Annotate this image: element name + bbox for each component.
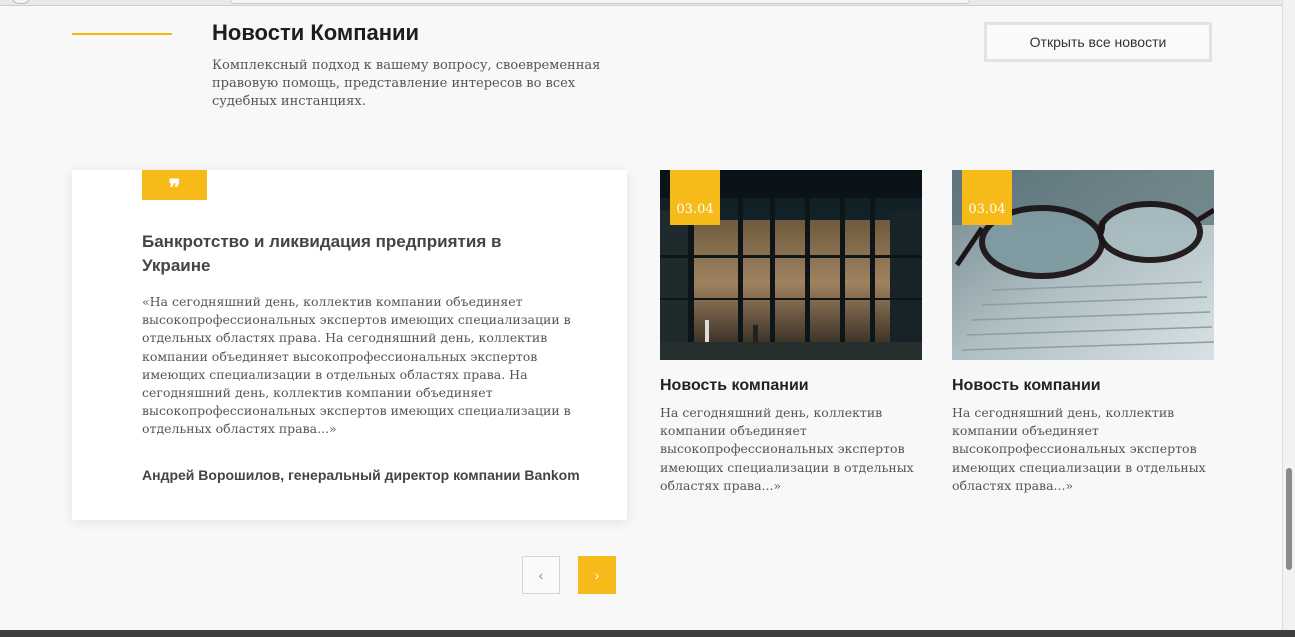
section-subtitle: Комплексный подход к вашему вопросу, сво… bbox=[212, 58, 601, 109]
featured-text: «На сегодняшний день, коллектив компании… bbox=[142, 294, 571, 437]
scrollbar-track[interactable] bbox=[1282, 0, 1295, 630]
date-badge: 03.04 bbox=[962, 170, 1012, 225]
news-text: На сегодняшний день, коллектив компании … bbox=[660, 405, 914, 493]
chevron-left-icon: ‹ bbox=[538, 567, 544, 583]
glasses-photo-icon[interactable]: 03.04 bbox=[952, 170, 1214, 360]
news-title[interactable]: Новость компании bbox=[660, 377, 922, 395]
featured-author: Андрей Ворошилов, генеральный директор к… bbox=[142, 467, 580, 483]
news-text: На сегодняшний день, коллектив компании … bbox=[952, 405, 1206, 493]
title-accent-line bbox=[72, 33, 172, 35]
all-news-button[interactable]: Открыть все новости bbox=[984, 22, 1212, 62]
building-photo-icon[interactable]: 03.04 bbox=[660, 170, 922, 360]
chevron-right-icon: › bbox=[594, 567, 600, 583]
browser-top-edge bbox=[0, 0, 1295, 6]
news-title[interactable]: Новость компании bbox=[952, 377, 1214, 395]
browser-control-icon bbox=[10, 0, 32, 4]
footer-bar bbox=[0, 630, 1295, 637]
date-badge: 03.04 bbox=[670, 170, 720, 225]
news-card[interactable]: 03.04 Новость компании На сегодняшний де… bbox=[952, 170, 1214, 495]
quote-icon: ❞ bbox=[142, 170, 207, 200]
featured-title[interactable]: Банкротство и ликвидация предприятия в У… bbox=[142, 230, 562, 278]
next-page-button[interactable]: › bbox=[578, 556, 616, 594]
news-card[interactable]: 03.04 Новость компании На сегодняшний де… bbox=[660, 170, 922, 495]
scrollbar-thumb[interactable] bbox=[1286, 468, 1292, 570]
prev-page-button[interactable]: ‹ bbox=[522, 556, 560, 594]
featured-news-card[interactable]: ❞ Банкротство и ликвидация предприятия в… bbox=[72, 170, 627, 520]
section-title: Новости Компании bbox=[212, 20, 420, 45]
address-bar[interactable] bbox=[230, 0, 970, 4]
